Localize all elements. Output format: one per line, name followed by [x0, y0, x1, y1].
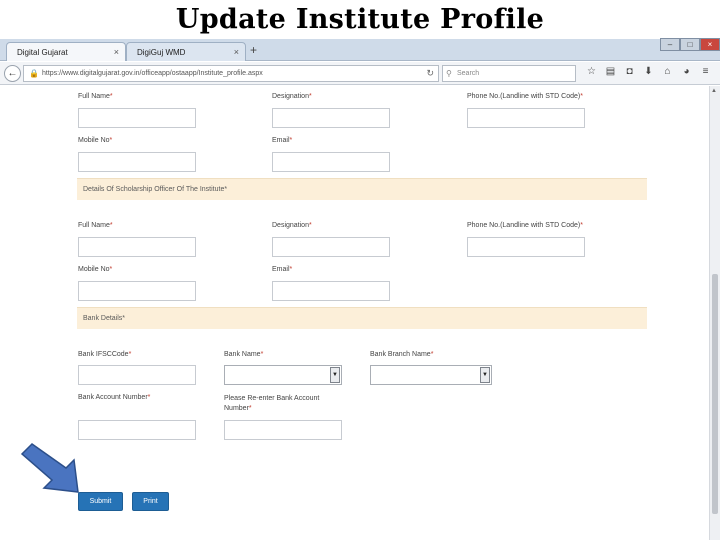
bank-branch-label: Bank Branch Name* [370, 351, 434, 358]
dropdown-arrow-icon[interactable]: ▼ [480, 367, 490, 383]
pointer-arrow-icon [20, 443, 79, 493]
toolbar-icons: ☆ ▤ ◘ ⬇ ⌂ ◕ ≡ [582, 66, 715, 81]
back-arrow-icon[interactable]: ← [4, 65, 21, 82]
officer-mobile-input[interactable] [78, 281, 196, 301]
close-icon[interactable]: × [114, 47, 119, 57]
new-tab-button[interactable]: + [250, 43, 257, 57]
officer-designation-label: Designation* [272, 222, 312, 229]
close-icon[interactable]: × [234, 47, 239, 57]
mobile-label: Mobile No* [78, 137, 113, 144]
tab-label: DigiGuj WMD [137, 48, 186, 57]
officer-full-name-input[interactable] [78, 237, 196, 257]
minimize-icon[interactable]: – [660, 38, 680, 51]
tab-label: Digital Gujarat [17, 48, 68, 57]
browser-tab-bar: Digital Gujarat × DigiGuj WMD × + [0, 39, 720, 61]
scholarship-officer-section-header: Details Of Scholarship Officer Of The In… [77, 178, 647, 200]
dropdown-arrow-icon[interactable]: ▼ [330, 367, 340, 383]
officer-phone-label: Phone No.(Landline with STD Code)* [467, 222, 583, 229]
star-icon[interactable]: ☆ [582, 66, 601, 81]
reading-list-icon[interactable]: ▤ [601, 66, 620, 81]
tab-digital-gujarat[interactable]: Digital Gujarat × [6, 42, 126, 61]
email-label: Email* [272, 137, 293, 144]
vertical-scrollbar[interactable]: ▲ [709, 86, 720, 540]
bank-ifsc-input[interactable] [78, 365, 196, 385]
phone-label: Phone No.(Landline with STD Code)* [467, 93, 583, 100]
officer-email-label: Email* [272, 266, 293, 273]
bank-ifsc-label: Bank IFSCCode* [78, 351, 132, 358]
bank-account-input[interactable] [78, 420, 196, 440]
download-icon[interactable]: ⬇ [639, 66, 658, 81]
bank-account-label: Bank Account Number* [78, 394, 151, 401]
officer-phone-input[interactable] [467, 237, 585, 257]
window-controls: – □ × [660, 38, 720, 52]
scroll-thumb[interactable] [712, 274, 718, 514]
print-button[interactable]: Print [132, 492, 169, 511]
full-name-label: Full Name* [78, 93, 113, 100]
browser-nav-bar: ← 🔒 https://www.digitalgujarat.gov.in/of… [0, 62, 720, 85]
email-input[interactable] [272, 152, 390, 172]
bank-details-section-header: Bank Details* [77, 307, 647, 329]
bank-name-select[interactable]: ▼ [224, 365, 342, 385]
scroll-up-icon[interactable]: ▲ [711, 88, 717, 94]
officer-full-name-label: Full Name* [78, 222, 113, 229]
mobile-input[interactable] [78, 152, 196, 172]
slide-title: Update Institute Profile [175, 4, 545, 35]
close-window-icon[interactable]: × [700, 38, 720, 51]
bank-branch-select[interactable]: ▼ [370, 365, 492, 385]
home-icon[interactable]: ⌂ [658, 66, 677, 81]
menu-icon[interactable]: ≡ [696, 66, 715, 81]
lock-icon: 🔒 [29, 69, 39, 78]
submit-button[interactable]: Submit [78, 492, 123, 511]
officer-email-input[interactable] [272, 281, 390, 301]
search-input[interactable]: ⚲ Search [442, 65, 576, 82]
reload-icon[interactable]: ↻ [426, 68, 434, 79]
phone-input[interactable] [467, 108, 585, 128]
profile-icon[interactable]: ◕ [677, 66, 696, 81]
reenter-account-input[interactable] [224, 420, 342, 440]
address-bar[interactable]: 🔒 https://www.digitalgujarat.gov.in/offi… [23, 65, 439, 82]
pocket-icon[interactable]: ◘ [620, 66, 639, 81]
bank-name-label: Bank Name* [224, 351, 264, 358]
officer-designation-input[interactable] [272, 237, 390, 257]
full-name-input[interactable] [78, 108, 196, 128]
reenter-account-label: Please Re-enter Bank Account Number* [224, 395, 320, 412]
search-placeholder: Search [457, 70, 480, 77]
search-icon: ⚲ [446, 69, 452, 78]
maximize-icon[interactable]: □ [680, 38, 700, 51]
tab-digiguj-wmd[interactable]: DigiGuj WMD × [126, 42, 246, 61]
designation-label: Designation* [272, 93, 312, 100]
officer-mobile-label: Mobile No* [78, 266, 113, 273]
url-text: https://www.digitalgujarat.gov.in/office… [42, 70, 263, 77]
designation-input[interactable] [272, 108, 390, 128]
